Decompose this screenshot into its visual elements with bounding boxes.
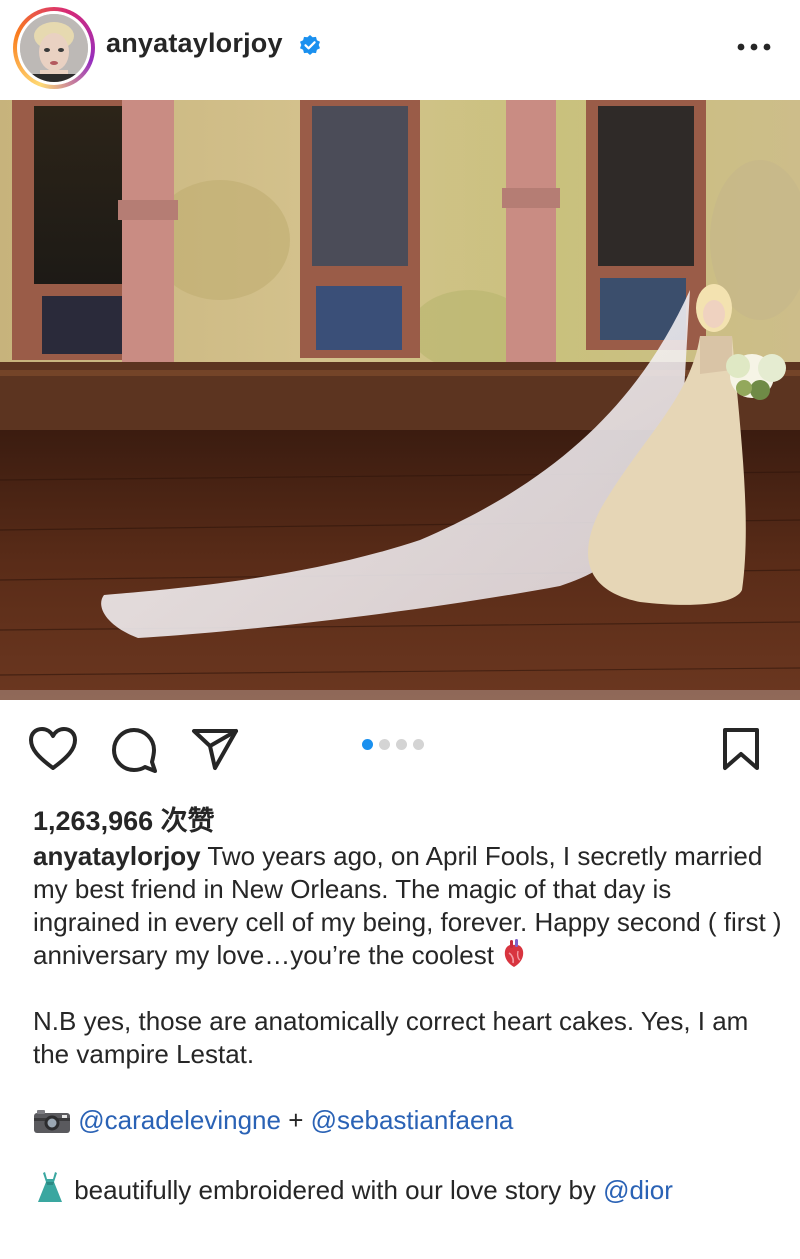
more-icon[interactable] [736,40,772,54]
mention-caradelevingne[interactable]: @caradelevingne [78,1105,281,1135]
mention-sebastianfaena[interactable]: @sebastianfaena [311,1105,514,1135]
avatar[interactable] [20,14,88,82]
mention-dior[interactable]: @dior [603,1175,673,1205]
caption-dress-credit: beautifully embroidered with our love st… [33,1170,783,1207]
story-ring[interactable] [13,7,95,89]
carousel-indicator [362,739,442,751]
anatomical-heart-icon [505,939,524,967]
carousel-dot [413,739,424,750]
credit-separator: + [280,1105,311,1135]
like-icon[interactable] [28,726,78,772]
share-icon[interactable] [191,727,239,771]
caption-username[interactable]: anyataylorjoy [33,841,201,871]
comment-icon[interactable] [110,726,158,774]
carousel-dot [396,739,407,750]
caption-credits: @caradelevingne + @sebastianfaena [33,1104,783,1137]
carousel-dot-active [362,739,373,750]
post-photo[interactable] [0,100,800,700]
caption-paragraph-1: anyataylorjoy Two years ago, on April Fo… [33,840,783,972]
dress-icon [38,1172,62,1202]
save-icon[interactable] [720,727,762,771]
username[interactable]: anyataylorjoy [106,28,283,59]
carousel-dot [379,739,390,750]
caption-paragraph-2: N.B yes, those are anatomically correct … [33,1006,749,1069]
verified-icon [300,35,320,55]
dress-credit-text: beautifully embroidered with our love st… [67,1175,604,1205]
camera-icon [34,1110,70,1133]
post-header: anyataylorjoy [0,0,800,100]
like-count[interactable]: 1,263,966 次赞 [33,799,215,838]
caption: anyataylorjoy Two years ago, on April Fo… [33,840,783,1207]
